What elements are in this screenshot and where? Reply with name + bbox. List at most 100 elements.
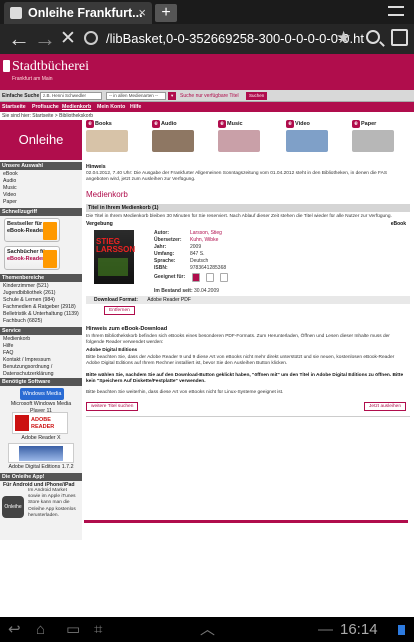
- browser-menu-icon[interactable]: [388, 6, 404, 16]
- sidebar-item-music[interactable]: Music: [3, 185, 17, 192]
- web-page: Stadtbücherei Frankfurt am Main Einfache…: [0, 54, 414, 617]
- back-icon[interactable]: ←: [8, 27, 30, 51]
- sidebar-brand[interactable]: Onleihe: [0, 120, 82, 160]
- basket-reservation-text: Die Titel in Ihrem Medienkorb bleiben 30…: [86, 214, 392, 219]
- app-promo[interactable]: Onleihe Im Android Market sowie im Apple…: [2, 488, 80, 534]
- media-type-select[interactable]: -- in allen Medienarten --: [106, 92, 166, 100]
- detail-key: Übersetzer:: [154, 237, 182, 243]
- tab-title: Onleihe Frankfurt...: [28, 6, 143, 20]
- tab-close-icon[interactable]: ×: [138, 2, 146, 24]
- category-paper[interactable]: e Paper: [352, 120, 410, 154]
- globe-icon: [84, 31, 98, 45]
- clock: 16:14: [340, 621, 378, 638]
- recent-apps-icon[interactable]: ▭: [66, 622, 80, 637]
- sidebar-item-hilfe[interactable]: Hilfe: [3, 343, 13, 350]
- forward-icon[interactable]: →: [34, 27, 56, 51]
- detail-value: 847 S.: [190, 251, 205, 257]
- url-field[interactable]: /libBasket,0-0-352669258-300-0-0-0-0-0-0…: [84, 28, 364, 50]
- search-go-button[interactable]: ▾: [168, 92, 177, 100]
- new-tab-button[interactable]: +: [155, 4, 177, 22]
- sidebar-item-fachmedien[interactable]: Fachmedien & Ratgeber (2918): [3, 304, 76, 311]
- category-music-image: [218, 130, 260, 152]
- category-video-image: [286, 130, 328, 152]
- category-audio-label: Audio: [161, 121, 177, 127]
- notice: Hinweis 02.04.2012, 7.40 Uhr: Die Ausgab…: [86, 164, 410, 183]
- ade-text: Bitte beachten Sie, dass der Adobe Reade…: [86, 355, 395, 367]
- download-notice-title: Hinweis zum eBook-Download: [86, 326, 168, 332]
- back-nav-icon[interactable]: ↩: [8, 622, 21, 637]
- sidebar-item-schule[interactable]: Schule & Lernen (984): [3, 297, 55, 304]
- sidebar-item-benutzung[interactable]: Benutzungsordnung / Datenschutzerklärung: [3, 364, 81, 378]
- voice-search-icon[interactable]: [391, 29, 408, 46]
- sidebar-item-belletristik[interactable]: Belletristik & Unterhaltung (1139): [3, 311, 79, 318]
- nav-startseite[interactable]: Startseite: [2, 104, 26, 111]
- adobe-reader-caption[interactable]: Adobe Reader X: [8, 435, 74, 442]
- sidebar-item-video[interactable]: Video: [3, 192, 16, 199]
- e-logo-icon: e: [152, 120, 160, 128]
- system-bar: ↩ ⌂ ▭ ⌗ ︿ — 16:14: [0, 617, 414, 642]
- category-video[interactable]: e Video: [286, 120, 344, 154]
- nav-profisuche[interactable]: Profisuche: [32, 104, 59, 111]
- adobe-icon: [15, 415, 29, 431]
- nav-hilfe[interactable]: Hilfe: [130, 104, 141, 111]
- sidebar-item-paper[interactable]: Paper: [3, 199, 17, 206]
- category-books[interactable]: e Books: [86, 120, 144, 154]
- stop-icon[interactable]: ✕: [60, 27, 76, 51]
- windows-media-logo[interactable]: Windows Media: [20, 388, 64, 400]
- remove-button[interactable]: Entfernen: [104, 306, 135, 315]
- nav-medienkorb[interactable]: Medienkorb: [62, 104, 91, 111]
- sidebar: Onleihe Unsere Auswahl eBook Audio Music…: [0, 120, 82, 540]
- digital-editions-image: [19, 446, 63, 461]
- e-logo-icon: e: [286, 120, 294, 128]
- sidebar-head-schnellzugriff: Schnellzugriff: [0, 208, 82, 216]
- browser-tab[interactable]: Onleihe Frankfurt... ×: [4, 2, 152, 24]
- book-cover[interactable]: STIEG LARSSON: [94, 230, 135, 284]
- footer-bar: [84, 520, 408, 523]
- onleihe-app-icon: Onleihe: [2, 496, 24, 518]
- chevron-up-icon[interactable]: ︿: [200, 622, 215, 637]
- detail-key: Umfang:: [154, 251, 175, 257]
- site-logo-sub: Frankfurt am Main: [12, 76, 53, 82]
- search-submit-button[interactable]: Suchen: [246, 92, 268, 100]
- search-icon[interactable]: [366, 30, 380, 44]
- detail-key: ISBN:: [154, 265, 168, 271]
- tab-favicon-icon: [10, 7, 22, 19]
- page-title: Medienkorb: [86, 190, 128, 199]
- search-more-button[interactable]: weitere Titel suchen: [86, 402, 139, 411]
- e-logo-icon: e: [352, 120, 360, 128]
- sidebar-item-kinder[interactable]: Kinderzimmer (521): [3, 283, 49, 290]
- bookmark-star-icon[interactable]: ★: [336, 28, 351, 48]
- detail-author-link[interactable]: Larsson, Stieg: [190, 230, 222, 237]
- sidebar-item-ebook[interactable]: eBook: [3, 171, 18, 178]
- screenshot-icon[interactable]: ⌗: [94, 622, 102, 637]
- bestseller-banner[interactable]: Bestseller für eBook-Reader: [4, 218, 60, 242]
- home-icon[interactable]: ⌂: [36, 622, 45, 637]
- site-logo[interactable]: Stadtbücherei: [12, 58, 89, 76]
- logo-mark-icon: [3, 60, 10, 72]
- sidebar-head-app: Die Onleihe App!: [0, 473, 82, 481]
- category-audio[interactable]: e Audio: [152, 120, 210, 154]
- detail-translator-link[interactable]: Kuhn, Wibke: [190, 237, 218, 244]
- ebook-reader-icon: [43, 222, 57, 240]
- category-row: e Books e Audio e Music e Video e Paper: [86, 120, 410, 156]
- sidebar-item-jugend[interactable]: Jugendbibliothek (261): [3, 290, 56, 297]
- sidebar-item-audio[interactable]: Audio: [3, 178, 16, 185]
- digital-editions-logo[interactable]: [8, 443, 74, 463]
- sachbuecher-banner[interactable]: Sachbücher für eBook-Reader: [4, 246, 60, 270]
- geeignet-label: Geeignet für:: [154, 274, 186, 280]
- digital-editions-caption[interactable]: Adobe Digital Editions 1.7.2: [8, 464, 74, 471]
- nav-mein-konto[interactable]: Mein Konto: [97, 104, 125, 111]
- sidebar-item-medienkorb[interactable]: Medienkorb: [3, 336, 30, 343]
- adobe-reader-logo[interactable]: ADOBE READER: [12, 412, 68, 434]
- category-music[interactable]: e Music: [218, 120, 276, 154]
- search-input[interactable]: z.B. Henni Schwedler: [40, 92, 102, 100]
- sidebar-item-faq[interactable]: FAQ: [3, 350, 13, 357]
- category-books-image: [86, 130, 128, 152]
- browser-tab-bar: Onleihe Frankfurt... × +: [0, 0, 414, 24]
- sidebar-item-kontakt[interactable]: Kontakt / Impressum: [3, 357, 51, 364]
- item-title[interactable]: Vergebung: [86, 221, 113, 228]
- category-paper-label: Paper: [361, 121, 377, 127]
- available-only-checkbox[interactable]: Suche nur verfügbare Titel: [180, 93, 239, 100]
- borrow-now-button[interactable]: Jetzt ausleihen: [364, 402, 406, 411]
- sidebar-item-fachbuch[interactable]: Fachbuch (6825): [3, 318, 42, 325]
